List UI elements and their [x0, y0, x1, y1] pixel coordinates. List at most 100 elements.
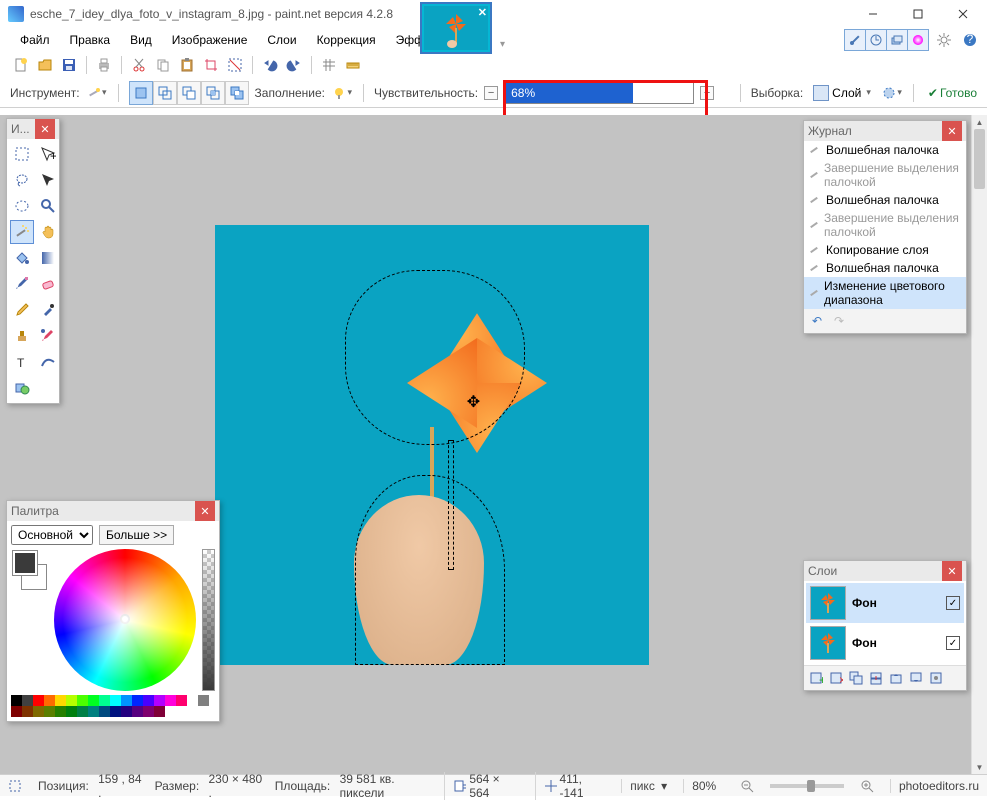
- swatch[interactable]: [198, 695, 209, 706]
- document-thumb[interactable]: ✕: [420, 2, 492, 54]
- tool-selector[interactable]: [86, 82, 108, 104]
- history-item[interactable]: Копирование слоя: [804, 241, 966, 259]
- tools-close[interactable]: ✕: [35, 119, 55, 139]
- menu-file[interactable]: Файл: [10, 30, 60, 50]
- swatch[interactable]: [88, 706, 99, 717]
- menu-adjust[interactable]: Коррекция: [307, 30, 386, 50]
- swatch[interactable]: [187, 695, 198, 706]
- layer-delete[interactable]: ×: [826, 668, 846, 688]
- sampling-option[interactable]: [881, 82, 903, 104]
- tool-ellipse-select[interactable]: [10, 194, 34, 218]
- swatch[interactable]: [99, 706, 110, 717]
- cut-icon[interactable]: [128, 54, 150, 76]
- swatch[interactable]: [143, 695, 154, 706]
- tool-recolor[interactable]: [36, 324, 60, 348]
- zoom-out-icon[interactable]: [732, 779, 762, 793]
- swatch[interactable]: [176, 695, 187, 706]
- history-panel-title[interactable]: Журнал ✕: [804, 121, 966, 141]
- swatch[interactable]: [132, 695, 143, 706]
- swatch[interactable]: [88, 695, 99, 706]
- palette-panel-title[interactable]: Палитра ✕: [7, 501, 219, 521]
- layers-list[interactable]: Фон✓Фон✓: [804, 581, 966, 665]
- alpha-slider[interactable]: [202, 549, 215, 691]
- selection-xor[interactable]: [225, 81, 249, 105]
- swatch[interactable]: [110, 695, 121, 706]
- swatch[interactable]: [132, 706, 143, 717]
- layer-down[interactable]: [906, 668, 926, 688]
- tabs-dropdown-icon[interactable]: ▾: [500, 39, 505, 50]
- layers-close[interactable]: ✕: [942, 561, 962, 581]
- history-item[interactable]: Волшебная палочка: [804, 259, 966, 277]
- status-unit[interactable]: пикс ▾: [621, 779, 675, 793]
- layer-visible-checkbox[interactable]: ✓: [946, 636, 960, 650]
- fg-bg-colors[interactable]: [13, 551, 46, 589]
- swatch[interactable]: [55, 695, 66, 706]
- tool-brush[interactable]: [10, 272, 34, 296]
- new-file-icon[interactable]: [10, 54, 32, 76]
- tool-magic-wand[interactable]: [10, 220, 34, 244]
- swatch[interactable]: [143, 706, 154, 717]
- palette-mode-select[interactable]: Основной: [11, 525, 93, 545]
- swatch[interactable]: [165, 695, 176, 706]
- selection-replace[interactable]: [129, 81, 153, 105]
- tool-pan[interactable]: [36, 220, 60, 244]
- help-icon[interactable]: ?: [959, 29, 981, 51]
- swatch[interactable]: [121, 695, 132, 706]
- history-undo[interactable]: ↶: [808, 312, 826, 330]
- selection-subtract[interactable]: [177, 81, 201, 105]
- swatch[interactable]: [110, 706, 121, 717]
- util-layers-icon[interactable]: [886, 29, 908, 51]
- swatch[interactable]: [44, 695, 55, 706]
- zoom-in-icon[interactable]: [852, 779, 882, 793]
- menu-view[interactable]: Вид: [120, 30, 162, 50]
- layers-panel-title[interactable]: Слои ✕: [804, 561, 966, 581]
- layer-add[interactable]: +: [806, 668, 826, 688]
- open-file-icon[interactable]: [34, 54, 56, 76]
- tolerance-increase[interactable]: +: [700, 86, 714, 100]
- history-item[interactable]: Волшебная палочка: [804, 141, 966, 159]
- sampling-layer-selector[interactable]: Слой: [809, 83, 875, 103]
- swatch[interactable]: [33, 695, 44, 706]
- tool-fill[interactable]: [10, 246, 34, 270]
- print-icon[interactable]: [93, 54, 115, 76]
- tool-text[interactable]: T: [10, 350, 34, 374]
- history-redo[interactable]: ↷: [830, 312, 848, 330]
- history-list[interactable]: Волшебная палочкаЗавершение выделения па…: [804, 141, 966, 309]
- swatch[interactable]: [66, 695, 77, 706]
- scroll-up-icon[interactable]: ▲: [972, 115, 987, 129]
- canvas-image[interactable]: ✥: [215, 225, 649, 665]
- copy-icon[interactable]: [152, 54, 174, 76]
- tool-pencil[interactable]: [10, 298, 34, 322]
- util-history-icon[interactable]: [865, 29, 887, 51]
- history-close[interactable]: ✕: [942, 121, 962, 141]
- tool-move-pixels[interactable]: [36, 168, 60, 192]
- swatch[interactable]: [154, 706, 165, 717]
- selection-intersect[interactable]: [201, 81, 225, 105]
- vertical-scrollbar[interactable]: ▲ ▼: [971, 115, 987, 774]
- minimize-button[interactable]: [850, 0, 895, 28]
- settings-icon[interactable]: [933, 29, 955, 51]
- swatch[interactable]: [44, 706, 55, 717]
- util-colors-icon[interactable]: [907, 29, 929, 51]
- zoom-slider[interactable]: [770, 784, 844, 788]
- swatch[interactable]: [11, 706, 22, 717]
- layer-properties[interactable]: [926, 668, 946, 688]
- crop-icon[interactable]: [200, 54, 222, 76]
- layer-row[interactable]: Фон✓: [806, 583, 964, 623]
- layer-visible-checkbox[interactable]: ✓: [946, 596, 960, 610]
- tool-gradient[interactable]: [36, 246, 60, 270]
- swatch[interactable]: [22, 695, 33, 706]
- swatch[interactable]: [55, 706, 66, 717]
- history-item[interactable]: Изменение цветового диапазона: [804, 277, 966, 309]
- tool-eraser[interactable]: [36, 272, 60, 296]
- fill-mode-selector[interactable]: [331, 82, 353, 104]
- color-wheel[interactable]: [54, 549, 196, 691]
- redo-icon[interactable]: [283, 54, 305, 76]
- undo-icon[interactable]: [259, 54, 281, 76]
- layer-up[interactable]: [886, 668, 906, 688]
- layer-merge[interactable]: [866, 668, 886, 688]
- close-button[interactable]: [940, 0, 985, 28]
- grid-icon[interactable]: [318, 54, 340, 76]
- selection-add[interactable]: [153, 81, 177, 105]
- swatch[interactable]: [11, 695, 22, 706]
